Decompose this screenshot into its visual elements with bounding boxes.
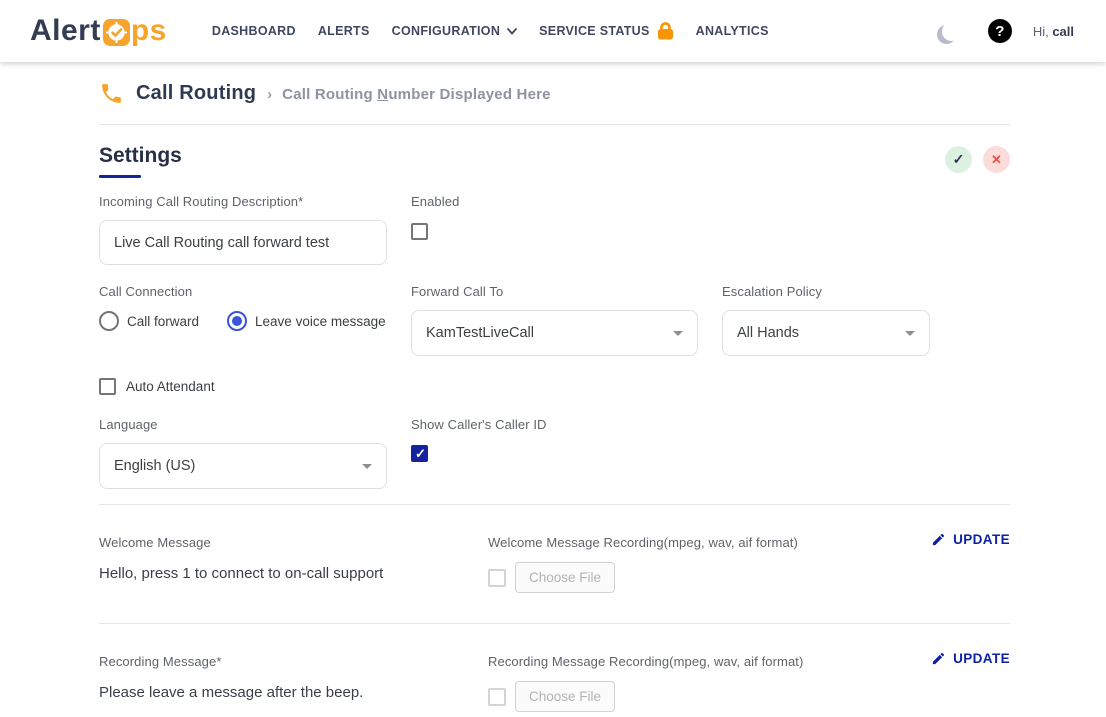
breadcrumb-separator: ›: [267, 86, 272, 103]
welcome-message-label: Welcome Message: [99, 535, 488, 550]
recording-choose-file-button[interactable]: Choose File: [515, 681, 615, 712]
help-icon[interactable]: ?: [988, 19, 1012, 43]
recording-message-value: Please leave a message after the beep.: [99, 684, 488, 701]
breadcrumb-subtitle: Call Routing Number Displayed Here: [282, 86, 551, 103]
nav-label: CONFIGURATION: [392, 24, 501, 38]
greeting-username: call: [1052, 24, 1074, 39]
user-greeting[interactable]: Hi, call: [1033, 24, 1074, 39]
dropdown-caret-icon: [362, 464, 372, 469]
update-label: UPDATE: [953, 532, 1010, 547]
show-caller-id-checkbox[interactable]: [411, 445, 428, 462]
show-caller-id-label: Show Caller's Caller ID: [411, 417, 547, 432]
main-nav: DASHBOARD ALERTS CONFIGURATION SERVICE S…: [201, 0, 780, 62]
recording-message-label: Recording Message*: [99, 654, 488, 669]
call-connection-radios: Call forward Leave voice message: [99, 311, 387, 331]
breadcrumb: Call Routing › Call Routing Number Displ…: [99, 62, 1010, 125]
dropdown-caret-icon: [673, 331, 683, 336]
radio-label: Leave voice message: [255, 314, 386, 329]
escalation-policy-select[interactable]: All Hands: [722, 310, 930, 356]
auto-attendant-label: Auto Attendant: [126, 379, 215, 394]
forward-call-to-label: Forward Call To: [411, 284, 698, 299]
radio-label: Call forward: [127, 314, 199, 329]
greeting-prefix: Hi,: [1033, 24, 1053, 39]
recording-recording-checkbox[interactable]: [488, 688, 506, 706]
alertops-logo[interactable]: Alert ps: [30, 14, 167, 48]
language-label: Language: [99, 417, 387, 432]
welcome-recording-label: Welcome Message Recording(mpeg, wav, aif…: [488, 535, 880, 550]
logo-text-alert: Alert: [30, 14, 101, 48]
update-label: UPDATE: [953, 651, 1010, 666]
subtitle-post: umber Displayed Here: [388, 86, 550, 103]
cancel-button[interactable]: ✕: [983, 146, 1010, 173]
section-heading: Settings: [99, 144, 182, 178]
auto-attendant-checkbox[interactable]: [99, 378, 116, 395]
clock-check-icon: [103, 19, 130, 46]
description-label: Incoming Call Routing Description*: [99, 194, 387, 209]
phone-icon: [99, 81, 124, 106]
welcome-message-value: Hello, press 1 to connect to on-call sup…: [99, 565, 488, 582]
nav-item-service-status[interactable]: SERVICE STATUS: [528, 0, 684, 62]
radio-circle[interactable]: [99, 311, 119, 331]
dropdown-caret-icon: [905, 331, 915, 336]
enabled-label: Enabled: [411, 194, 459, 209]
pencil-icon: [931, 532, 946, 547]
settings-panel: Settings ✓ ✕ Incoming Call Routing Descr…: [99, 144, 1010, 717]
subtitle-underlined: N: [377, 86, 388, 103]
welcome-choose-file-button[interactable]: Choose File: [515, 562, 615, 593]
description-input[interactable]: [99, 220, 387, 265]
subtitle-pre: Call Routing: [282, 86, 377, 103]
top-navbar: Alert ps DASHBOARD ALERTS CONFIGURATION …: [0, 0, 1106, 62]
radio-circle[interactable]: [227, 311, 247, 331]
escalation-policy-label: Escalation Policy: [722, 284, 930, 299]
nav-item-analytics[interactable]: ANALYTICS: [685, 0, 780, 62]
nav-label: ALERTS: [318, 24, 370, 38]
recording-recording-label: Recording Message Recording(mpeg, wav, a…: [488, 654, 880, 669]
selected-value: All Hands: [737, 325, 799, 341]
nav-label: SERVICE STATUS: [539, 24, 649, 38]
selected-value: KamTestLiveCall: [426, 325, 534, 341]
navbar-right: ? Hi, call: [942, 19, 1074, 43]
welcome-update-button[interactable]: UPDATE: [931, 529, 1010, 549]
dark-mode-moon-icon[interactable]: [942, 22, 961, 41]
header-actions: ✓ ✕: [945, 146, 1010, 173]
call-connection-label: Call Connection: [99, 284, 387, 299]
logo-text-ps: ps: [131, 14, 167, 48]
welcome-recording-checkbox[interactable]: [488, 569, 506, 587]
radio-leave-voice-message[interactable]: Leave voice message: [227, 311, 386, 331]
recording-message-section: Recording Message* Please leave a messag…: [99, 624, 1010, 717]
save-button[interactable]: ✓: [945, 146, 972, 173]
radio-call-forward[interactable]: Call forward: [99, 311, 199, 331]
language-select[interactable]: English (US): [99, 443, 387, 489]
nav-item-configuration[interactable]: CONFIGURATION: [381, 0, 529, 62]
welcome-message-section: Welcome Message Hello, press 1 to connec…: [99, 505, 1010, 623]
forward-call-to-select[interactable]: KamTestLiveCall: [411, 310, 698, 356]
selected-value: English (US): [114, 458, 195, 474]
auto-attendant-option[interactable]: Auto Attendant: [99, 378, 215, 395]
pencil-icon: [931, 651, 946, 666]
page-title: Call Routing: [136, 82, 256, 105]
chevron-down-icon: [507, 28, 517, 35]
nav-item-alerts[interactable]: ALERTS: [307, 0, 381, 62]
lock-icon: [657, 22, 674, 40]
nav-item-dashboard[interactable]: DASHBOARD: [201, 0, 307, 62]
nav-label: ANALYTICS: [696, 24, 769, 38]
nav-label: DASHBOARD: [212, 24, 296, 38]
enabled-checkbox[interactable]: [411, 223, 428, 240]
recording-update-button[interactable]: UPDATE: [931, 648, 1010, 668]
